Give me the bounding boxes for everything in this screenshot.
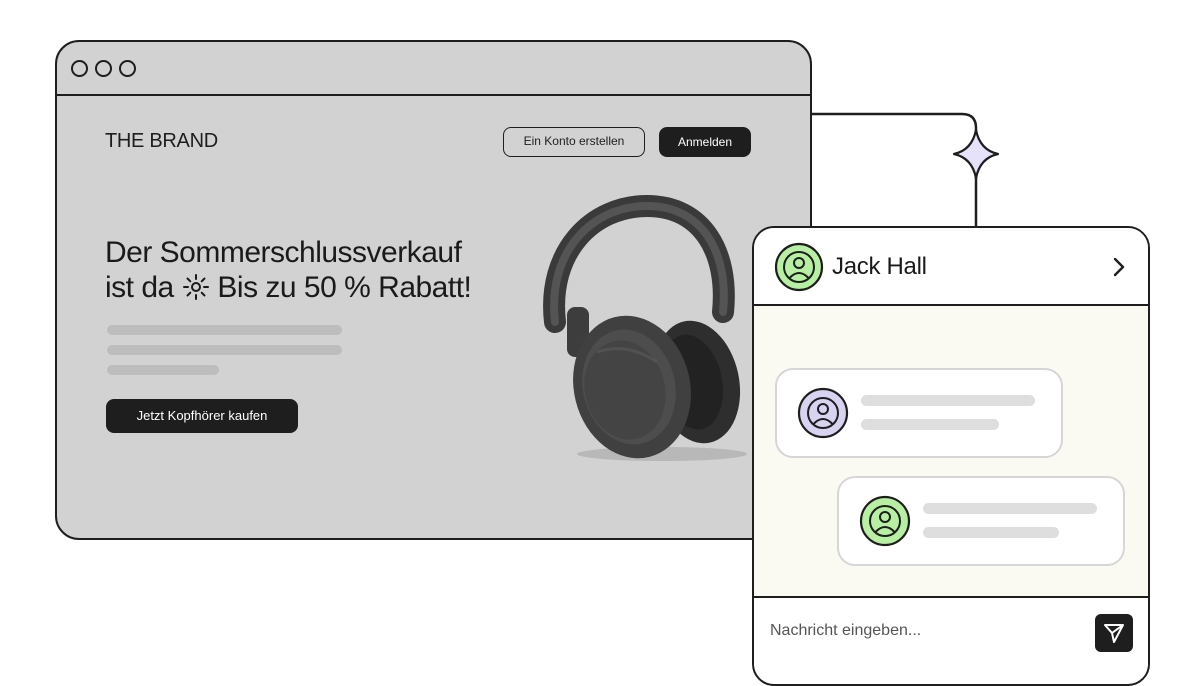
message-line-placeholder — [923, 527, 1059, 538]
chat-header[interactable]: Jack Hall — [754, 228, 1148, 306]
browser-titlebar — [57, 42, 810, 96]
message-bubble — [837, 476, 1125, 566]
text-placeholder — [107, 345, 342, 355]
buy-headphones-button[interactable]: Jetzt Kopfhörer kaufen — [106, 399, 298, 433]
headline-line2b: Bis zu 50 % Rabatt! — [217, 271, 472, 304]
message-line-placeholder — [861, 395, 1035, 406]
window-control-circle-icon[interactable] — [71, 60, 88, 77]
agent-avatar-icon — [797, 387, 849, 439]
send-icon — [1104, 624, 1124, 643]
headphones-image — [543, 194, 747, 461]
brand-logo[interactable]: THE BRAND — [105, 130, 218, 153]
chat-messages — [754, 306, 1148, 596]
create-account-button[interactable]: Ein Konto erstellen — [503, 127, 645, 157]
browser-window: THE BRAND Ein Konto erstellen Anmelden D… — [55, 40, 812, 540]
send-button[interactable] — [1095, 614, 1133, 652]
chevron-right-icon[interactable] — [1111, 256, 1127, 278]
text-placeholder — [107, 365, 219, 375]
window-control-circle-icon[interactable] — [95, 60, 112, 77]
message-bubble — [775, 368, 1063, 458]
contact-avatar-icon — [774, 242, 824, 292]
message-line-placeholder — [861, 419, 999, 430]
message-input[interactable]: Nachricht eingeben... — [754, 596, 1148, 666]
login-button[interactable]: Anmelden — [659, 127, 751, 157]
window-control-circle-icon[interactable] — [119, 60, 136, 77]
headline-line2a: ist da — [105, 271, 174, 304]
message-line-placeholder — [923, 503, 1097, 514]
sparkle-icon — [952, 128, 1000, 180]
hero-headline: Der Sommerschlussverkauf ist da Bis zu 5… — [105, 235, 535, 305]
contact-name: Jack Hall — [832, 253, 927, 280]
text-placeholder — [107, 325, 342, 335]
user-avatar-icon — [859, 495, 911, 547]
sun-icon — [182, 274, 209, 300]
chat-widget: Jack Hall Nachricht eingeben... — [752, 226, 1150, 686]
headline-line1: Der Sommerschlussverkauf — [105, 236, 462, 269]
message-input-placeholder: Nachricht eingeben... — [770, 622, 922, 639]
